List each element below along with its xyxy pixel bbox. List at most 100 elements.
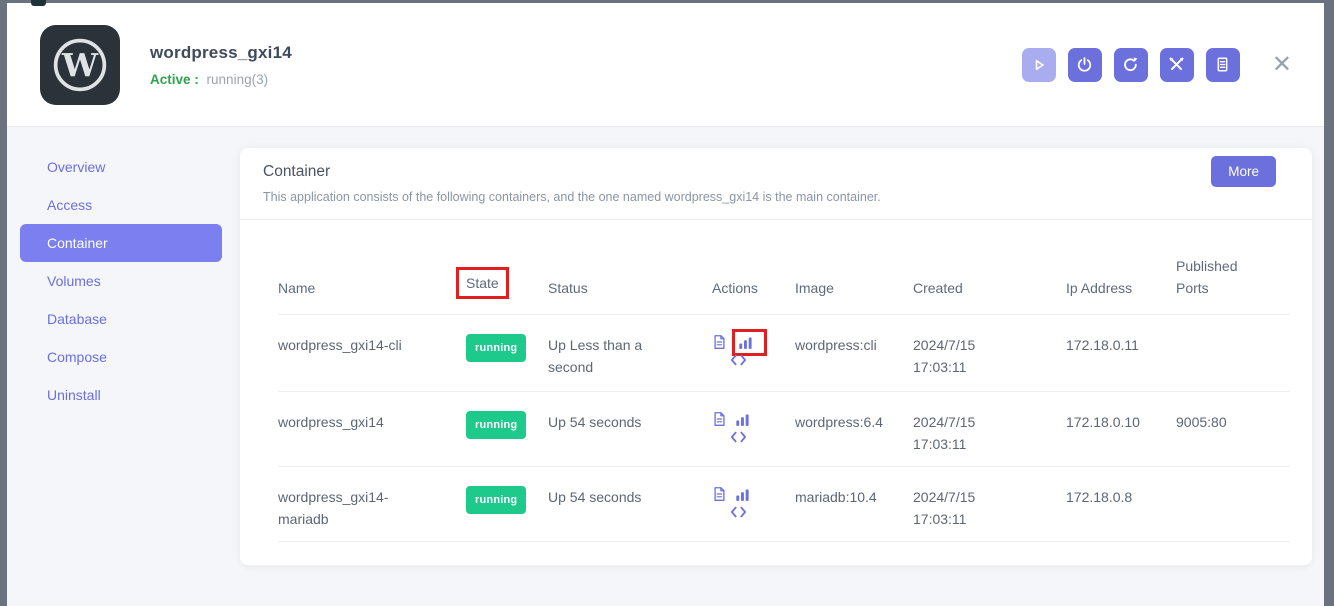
created-date: 2024/7/15 <box>913 411 1056 433</box>
actions-bottom <box>712 430 764 444</box>
cell-ip: 172.18.0.10 <box>1066 411 1176 466</box>
sidebar-item-database[interactable]: Database <box>20 300 222 338</box>
bar-chart-icon <box>735 412 750 427</box>
log-action-button[interactable] <box>712 411 727 427</box>
actions-bottom <box>712 505 764 519</box>
stats-action-button[interactable] <box>735 412 750 427</box>
column-header-status: Status <box>548 277 712 314</box>
page-edge-right <box>1324 0 1334 606</box>
table-row: wordpress_gxi14 running Up 54 seconds <box>278 392 1290 467</box>
file-text-icon <box>712 411 727 427</box>
bar-chart-icon <box>738 335 753 350</box>
sidebar-item-uninstall[interactable]: Uninstall <box>20 376 222 414</box>
play-icon <box>1031 57 1047 73</box>
cell-name: wordpress_gxi14 <box>278 411 433 466</box>
actions-top <box>712 411 764 427</box>
restart-button[interactable] <box>1114 48 1148 82</box>
terminal-action-button[interactable] <box>730 430 747 444</box>
stats-action-button[interactable] <box>735 487 750 502</box>
created-time: 17:03:11 <box>913 433 1056 455</box>
container-table: Name State Status Actions Image Created … <box>278 220 1290 542</box>
close-button[interactable]: ✕ <box>1266 51 1298 79</box>
code-icon <box>730 505 747 519</box>
sidebar-item-label: Database <box>47 311 107 327</box>
table-header-row: Name State Status Actions Image Created … <box>278 220 1290 315</box>
sidebar-item-label: Uninstall <box>47 387 101 403</box>
sidebar-item-label: Compose <box>47 349 107 365</box>
column-header-ports-label: Published Ports <box>1176 255 1256 299</box>
column-header-image: Image <box>795 277 913 314</box>
wordpress-logo: W <box>40 25 120 105</box>
cell-ports <box>1176 334 1290 391</box>
code-icon <box>730 430 747 444</box>
log-action-button[interactable] <box>712 334 727 350</box>
sidebar-nav: Overview Access Container Volumes Databa… <box>20 148 222 414</box>
actions-top <box>712 334 764 350</box>
column-header-actions: Actions <box>712 277 795 314</box>
cell-image: wordpress:6.4 <box>795 411 913 466</box>
cell-ports: 9005:80 <box>1176 411 1290 466</box>
code-icon <box>730 353 747 367</box>
status-text: Up 54 seconds <box>548 486 641 508</box>
status-badge: running <box>466 334 526 362</box>
actions-top <box>712 486 764 502</box>
cell-ports <box>1176 486 1290 541</box>
actions-group <box>712 411 764 444</box>
terminal-action-button[interactable] <box>730 505 747 519</box>
start-button[interactable] <box>1022 48 1056 82</box>
column-header-ip: Ip Address <box>1066 277 1176 314</box>
sidebar-item-container[interactable]: Container <box>20 224 222 262</box>
column-header-state-label: State <box>466 275 499 291</box>
cell-image: wordpress:cli <box>795 334 913 391</box>
cell-status: Up 54 seconds <box>548 411 712 466</box>
cell-name: wordpress_gxi14-mariadb <box>278 486 433 541</box>
cell-status: Up 54 seconds <box>548 486 712 541</box>
modal-header: W wordpress_gxi14 Active : running(3) <box>7 3 1324 127</box>
page: W wordpress_gxi14 Active : running(3) <box>0 0 1334 606</box>
column-header-created: Created <box>913 277 1066 314</box>
annotation-box-stats-icon <box>732 329 767 356</box>
status-text: Up 54 seconds <box>548 411 641 433</box>
column-header-ports: Published Ports <box>1176 255 1290 314</box>
cell-actions <box>712 411 795 466</box>
container-card: Container This application consists of t… <box>240 148 1312 565</box>
app-status: Active : running(3) <box>150 72 292 87</box>
cell-ip: 172.18.0.8 <box>1066 486 1176 541</box>
cell-created: 2024/7/15 17:03:11 <box>913 486 1066 541</box>
sidebar-item-access[interactable]: Access <box>20 186 222 224</box>
more-button[interactable]: More <box>1211 156 1276 187</box>
log-action-button[interactable] <box>712 486 727 502</box>
bar-chart-icon <box>735 487 750 502</box>
page-edge-notch <box>31 0 46 6</box>
document-lines-icon <box>1214 56 1231 73</box>
wrench-icon <box>1168 56 1185 73</box>
status-value: running(3) <box>207 72 269 87</box>
section-title: Container <box>263 163 1312 181</box>
status-text: Up Less than a second <box>548 334 680 378</box>
cell-state: running <box>466 334 548 391</box>
table-row: wordpress_gxi14-cli running Up Less than… <box>278 315 1290 392</box>
sidebar-item-label: Volumes <box>47 273 101 289</box>
annotation-box-state: State <box>456 267 509 299</box>
file-text-icon <box>712 486 727 502</box>
refresh-icon <box>1122 56 1139 73</box>
sidebar-item-compose[interactable]: Compose <box>20 338 222 376</box>
status-badge: running <box>466 486 526 514</box>
sidebar-item-overview[interactable]: Overview <box>20 148 222 186</box>
table-row: wordpress_gxi14-mariadb running Up 54 se… <box>278 467 1290 542</box>
cell-state: running <box>466 411 548 466</box>
close-icon: ✕ <box>1272 51 1292 78</box>
sidebar-item-volumes[interactable]: Volumes <box>20 262 222 300</box>
actions-bottom <box>712 353 764 367</box>
terminal-action-button[interactable] <box>730 353 747 367</box>
settings-button[interactable] <box>1160 48 1194 82</box>
card-header: Container This application consists of t… <box>240 148 1312 204</box>
file-text-icon <box>712 334 727 350</box>
power-icon <box>1076 56 1093 73</box>
column-header-state: State <box>466 267 548 314</box>
created-date: 2024/7/15 <box>913 334 1056 356</box>
stop-button[interactable] <box>1068 48 1102 82</box>
cell-created: 2024/7/15 17:03:11 <box>913 411 1066 466</box>
logs-button[interactable] <box>1206 48 1240 82</box>
stats-action-button[interactable] <box>738 335 753 350</box>
